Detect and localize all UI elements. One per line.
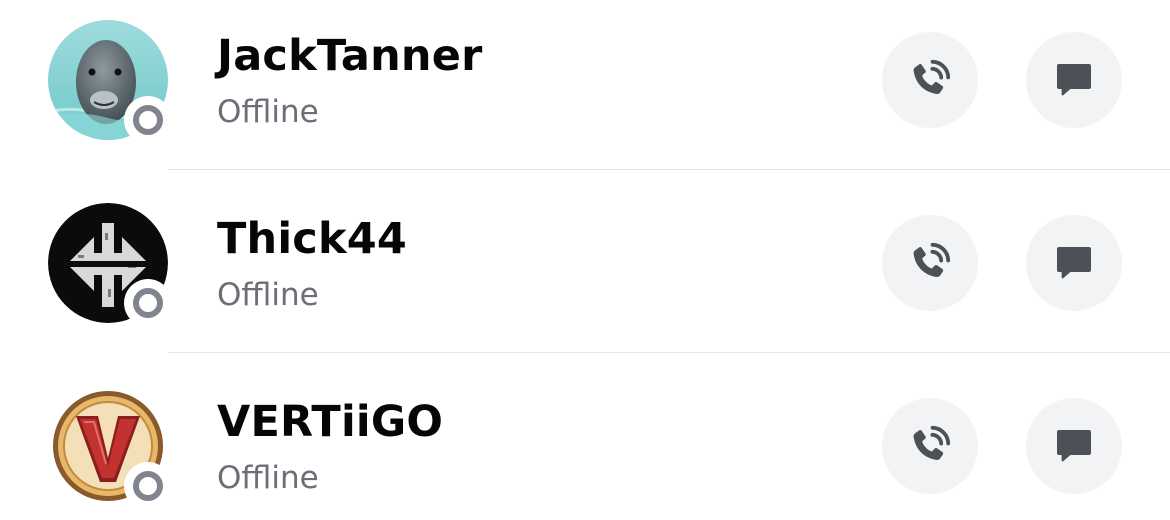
offline-status-icon — [124, 462, 172, 510]
friend-name: JackTanner — [217, 31, 483, 81]
phone-call-icon — [913, 242, 951, 278]
friend-name: Thick44 — [217, 214, 408, 264]
friend-row[interactable]: JackTanner Offline — [0, 0, 1170, 170]
friend-name: VERTiiGO — [217, 397, 444, 447]
avatar[interactable] — [48, 386, 172, 510]
phone-call-icon — [913, 59, 951, 95]
friend-status: Offline — [217, 460, 319, 496]
phone-call-icon — [913, 425, 951, 461]
avatar[interactable] — [48, 203, 172, 327]
avatar[interactable] — [48, 20, 172, 144]
call-button[interactable] — [882, 215, 978, 311]
offline-status-icon — [124, 96, 172, 144]
chat-bubble-icon — [1057, 64, 1091, 96]
chat-bubble-icon — [1057, 430, 1091, 462]
message-button[interactable] — [1026, 32, 1122, 128]
friend-status: Offline — [217, 94, 319, 130]
offline-status-icon — [124, 279, 172, 327]
friend-status: Offline — [217, 277, 319, 313]
friend-row[interactable]: VERTiiGO Offline — [0, 353, 1170, 520]
message-button[interactable] — [1026, 398, 1122, 494]
friend-list: JackTanner Offline Thick44 Offline VERTi… — [0, 0, 1170, 520]
message-button[interactable] — [1026, 215, 1122, 311]
chat-bubble-icon — [1057, 247, 1091, 279]
friend-row[interactable]: Thick44 Offline — [0, 170, 1170, 353]
call-button[interactable] — [882, 398, 978, 494]
call-button[interactable] — [882, 32, 978, 128]
